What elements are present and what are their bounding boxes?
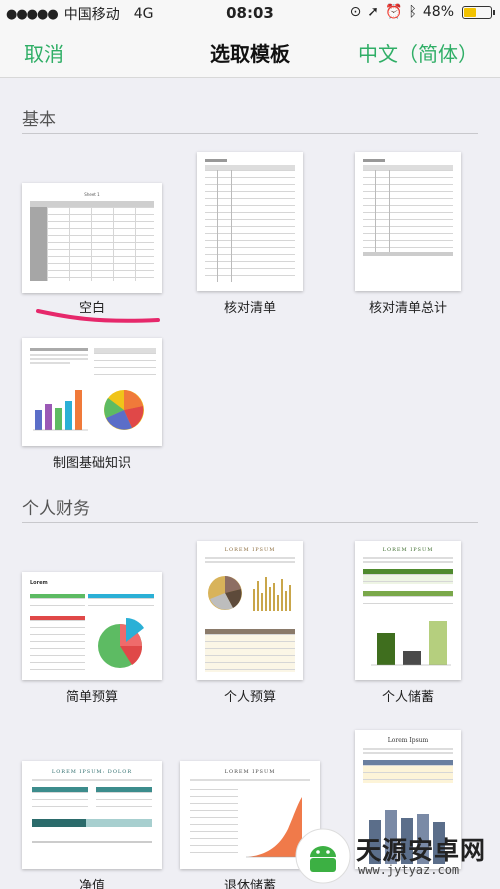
template-thumbnail[interactable]: Sheet 1 — [22, 183, 162, 293]
thumbnail-title: LOREM IPSUM — [382, 547, 434, 553]
template-thumbnail[interactable]: LOREM IPSUM — [355, 541, 461, 680]
bar-chart-preview — [33, 390, 88, 431]
battery-icon — [462, 5, 495, 19]
section-title-personal-finance: 个人财务 — [22, 499, 90, 519]
template-label: 核对清单 — [223, 301, 276, 316]
template-thumbnail[interactable]: LOREM IPSUM — [197, 541, 303, 680]
template-thumbnail[interactable]: Lorem — [22, 572, 162, 680]
language-button[interactable]: 中文（简体） — [358, 38, 478, 67]
section-divider — [22, 522, 478, 523]
template-thumbnail[interactable] — [197, 152, 303, 291]
savings-bar-preview — [371, 621, 451, 666]
template-label: 制图基础知识 — [52, 456, 131, 471]
bluetooth-icon: ᛒ — [408, 4, 417, 20]
template-label: 核对清单总计 — [368, 301, 447, 316]
watermark-url: www.jytyaz.com — [358, 863, 460, 877]
android-logo-icon — [295, 828, 351, 884]
template-thumbnail[interactable] — [22, 338, 162, 446]
template-label: 简单预算 — [65, 690, 118, 705]
battery-percent: 48% — [422, 4, 454, 20]
section-title-basic: 基本 — [22, 110, 56, 130]
template-label: 净值 — [78, 879, 105, 889]
pink-marker-annotation — [36, 309, 160, 323]
thumbnail-title: Lorem Ipsum — [387, 737, 429, 744]
thumbnail-title: LOREM IPSUM — [224, 547, 276, 553]
template-thumbnail[interactable]: LOREM IPSUM: DOLOR — [22, 761, 162, 869]
thumbnail-title: Lorem — [30, 580, 48, 586]
navigation-bar: 取消 选取模板 中文（简体） — [0, 26, 500, 78]
status-bar: ●●●●● 中国移动 4G 08:03 ⊙ ➚ ⏰ ᛒ 48% — [0, 0, 500, 26]
thumbnail-title: LOREM IPSUM: DOLOR — [51, 769, 133, 775]
template-label: 个人预算 — [223, 690, 276, 705]
template-thumbnail[interactable] — [355, 152, 461, 291]
pie-chart-preview — [104, 390, 144, 430]
template-label: 个人储蓄 — [381, 690, 434, 705]
watermark-brand: 天源安卓网 — [356, 836, 487, 865]
thumbnail-title: Sheet 1 — [84, 192, 100, 197]
budget-charts-preview — [208, 576, 291, 611]
budget-pie-preview — [98, 618, 144, 668]
location-icon: ➚ — [367, 4, 380, 20]
battery-level — [464, 7, 476, 17]
thumbnail-title: LOREM IPSUM — [224, 769, 276, 775]
alarm-icon: ⏰ — [385, 4, 403, 20]
rotation-lock-icon: ⊙ — [349, 4, 362, 20]
section-divider — [22, 133, 478, 134]
watermark-logo: 天源安卓网 www.jytyaz.com — [294, 827, 494, 885]
